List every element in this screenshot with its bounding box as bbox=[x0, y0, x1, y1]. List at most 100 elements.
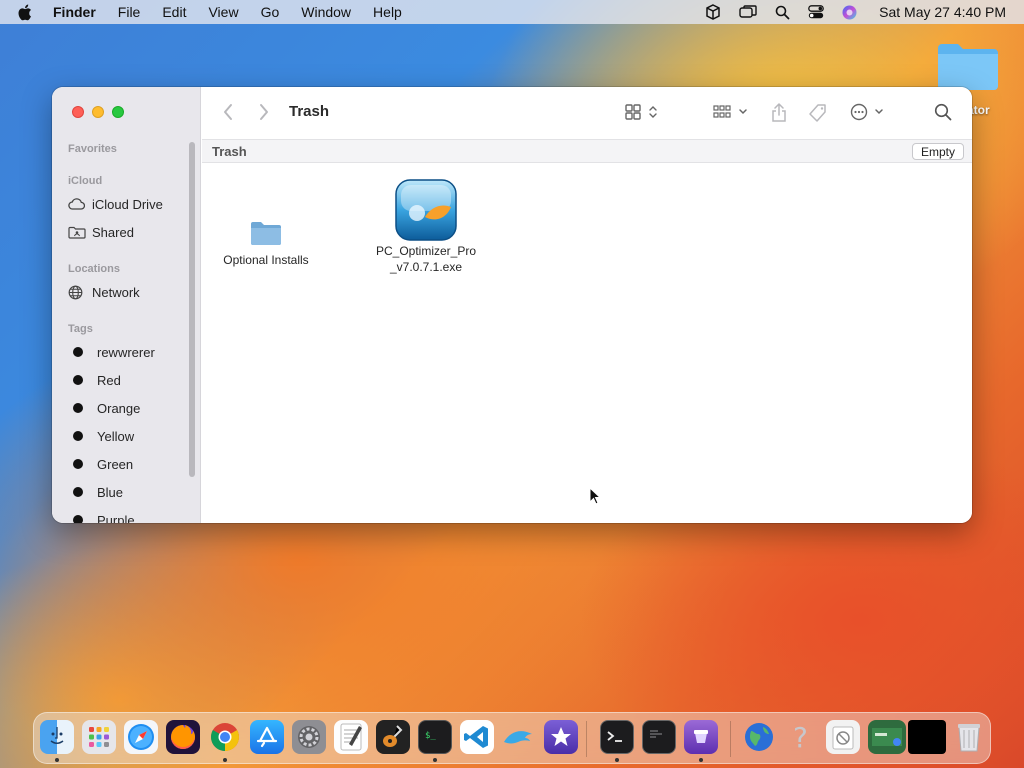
sidebar-item-label: Purple bbox=[97, 512, 135, 524]
tag-dot-icon bbox=[73, 375, 83, 385]
sidebar-item-label: iCloud Drive bbox=[92, 196, 163, 212]
file-item-optional-installs[interactable]: Optional Installs bbox=[218, 211, 314, 268]
dock-separator bbox=[586, 721, 587, 757]
terminal-icon[interactable] bbox=[600, 720, 634, 754]
main-pane: Trash Trash Empty Optional Installs PC_O… bbox=[202, 87, 972, 523]
shared-folder-icon bbox=[68, 226, 88, 239]
textedit-icon[interactable] bbox=[334, 720, 368, 754]
sidebar-item-shared[interactable]: Shared bbox=[68, 221, 190, 243]
sidebar-item-label: Network bbox=[92, 284, 140, 300]
sidebar-tag-blue[interactable]: Blue bbox=[68, 481, 190, 503]
desktop-folder-icon[interactable] bbox=[936, 40, 1000, 92]
sidebar-header-favorites: Favorites bbox=[68, 143, 117, 155]
console-icon[interactable] bbox=[642, 720, 676, 754]
menu-file[interactable]: File bbox=[118, 4, 141, 20]
safari-icon[interactable] bbox=[124, 720, 158, 754]
trash-label: Trash bbox=[212, 144, 247, 159]
window-controls bbox=[72, 106, 124, 118]
more-actions-icon[interactable] bbox=[850, 103, 886, 121]
sidebar-item-label: Orange bbox=[97, 400, 141, 416]
globe-icon bbox=[68, 285, 88, 300]
vscode-icon[interactable] bbox=[460, 720, 494, 754]
screenshot-thumbnail-icon[interactable] bbox=[868, 720, 906, 754]
apple-menu-icon[interactable] bbox=[17, 4, 37, 21]
forward-icon[interactable] bbox=[258, 103, 270, 121]
sidebar-item-network[interactable]: Network bbox=[68, 281, 190, 303]
sidebar-tag-orange[interactable]: Orange bbox=[68, 397, 190, 419]
chrome-icon[interactable] bbox=[208, 720, 242, 754]
mouse-cursor-icon bbox=[589, 486, 602, 510]
sidebar-scrollbar[interactable] bbox=[189, 142, 195, 477]
trash-icon[interactable] bbox=[952, 720, 986, 754]
spotlight-icon[interactable] bbox=[775, 5, 790, 20]
menu-edit[interactable]: Edit bbox=[162, 4, 186, 20]
menu-help[interactable]: Help bbox=[373, 4, 402, 20]
running-indicator bbox=[699, 758, 703, 762]
sidebar-tag-yellow[interactable]: Yellow bbox=[68, 425, 190, 447]
sidebar-header-tags: Tags bbox=[68, 323, 93, 335]
sidebar-header-icloud: iCloud bbox=[68, 175, 103, 187]
app-installer-icon bbox=[370, 177, 482, 243]
tag-dot-icon bbox=[73, 459, 83, 469]
tag-dot-icon bbox=[73, 431, 83, 441]
running-indicator bbox=[433, 758, 437, 762]
sidebar-header-locations: Locations bbox=[68, 263, 120, 275]
menu-bar: Finder File Edit View Go Window Help Sat… bbox=[0, 0, 1024, 24]
search-icon[interactable] bbox=[934, 103, 952, 121]
garageband-icon[interactable] bbox=[376, 720, 410, 754]
black-window-icon[interactable] bbox=[908, 720, 946, 754]
launchpad-icon[interactable] bbox=[82, 720, 116, 754]
globe-app-icon[interactable] bbox=[742, 720, 776, 754]
tag-dot-icon bbox=[73, 487, 83, 497]
share-icon[interactable] bbox=[770, 103, 788, 123]
file-name: Optional Installs bbox=[223, 253, 309, 267]
finder-icon[interactable] bbox=[40, 720, 74, 754]
sidebar-tag-purple[interactable]: Purple bbox=[68, 509, 190, 523]
back-icon[interactable] bbox=[222, 103, 234, 121]
svg-text:$_: $_ bbox=[425, 731, 436, 741]
svg-text:?: ? bbox=[793, 722, 808, 752]
imovie-icon[interactable] bbox=[544, 720, 578, 754]
tag-dot-icon bbox=[73, 403, 83, 413]
trash-header-bar: Trash Empty bbox=[202, 139, 972, 163]
file-name-line2: _v7.0.7.1.exe bbox=[389, 260, 463, 274]
firefox-icon[interactable] bbox=[166, 720, 200, 754]
sidebar-tag-rewwrerer[interactable]: rewwrerer bbox=[68, 341, 190, 363]
group-by-icon[interactable] bbox=[712, 103, 750, 121]
dolphin-icon[interactable] bbox=[502, 720, 536, 754]
dock-separator bbox=[730, 721, 731, 757]
menu-view[interactable]: View bbox=[208, 4, 238, 20]
app-store-icon[interactable] bbox=[250, 720, 284, 754]
tag-dot-icon bbox=[73, 515, 83, 523]
minimize-button[interactable] bbox=[92, 106, 104, 118]
running-indicator bbox=[55, 758, 59, 762]
menubar-clock[interactable]: Sat May 27 4:40 PM bbox=[879, 4, 1006, 20]
finder-window: Favorites iCloud iCloud Drive Shared Loc… bbox=[52, 87, 972, 523]
window-title: Trash bbox=[289, 103, 330, 120]
simulator-icon[interactable] bbox=[684, 720, 718, 754]
tag-icon[interactable] bbox=[808, 103, 828, 123]
file-item-pc-optimizer[interactable]: PC_Optimizer_Pro _v7.0.7.1.exe bbox=[370, 177, 482, 275]
help-icon[interactable]: ? bbox=[784, 720, 818, 754]
close-button[interactable] bbox=[72, 106, 84, 118]
sidebar-tag-green[interactable]: Green bbox=[68, 453, 190, 475]
zoom-button[interactable] bbox=[112, 106, 124, 118]
screen-mirror-icon[interactable] bbox=[739, 5, 757, 19]
empty-trash-button[interactable]: Empty bbox=[911, 143, 964, 160]
sidebar-item-label: rewwrerer bbox=[97, 344, 155, 360]
menu-finder[interactable]: Finder bbox=[53, 4, 96, 20]
sidebar: Favorites iCloud iCloud Drive Shared Loc… bbox=[52, 87, 201, 523]
toolbar: Trash bbox=[202, 87, 972, 139]
terminal-green-icon[interactable]: $_ bbox=[418, 720, 452, 754]
sidebar-tag-red[interactable]: Red bbox=[68, 369, 190, 391]
siri-icon[interactable] bbox=[842, 5, 857, 20]
control-center-icon[interactable] bbox=[808, 5, 825, 19]
sidebar-item-label: Yellow bbox=[97, 428, 135, 444]
script-editor-icon[interactable] bbox=[826, 720, 860, 754]
box-icon[interactable] bbox=[705, 4, 721, 20]
menu-go[interactable]: Go bbox=[261, 4, 280, 20]
sidebar-item-icloud-drive[interactable]: iCloud Drive bbox=[68, 193, 190, 215]
menu-window[interactable]: Window bbox=[301, 4, 351, 20]
icon-view-icon[interactable] bbox=[624, 103, 660, 121]
system-settings-icon[interactable] bbox=[292, 720, 326, 754]
